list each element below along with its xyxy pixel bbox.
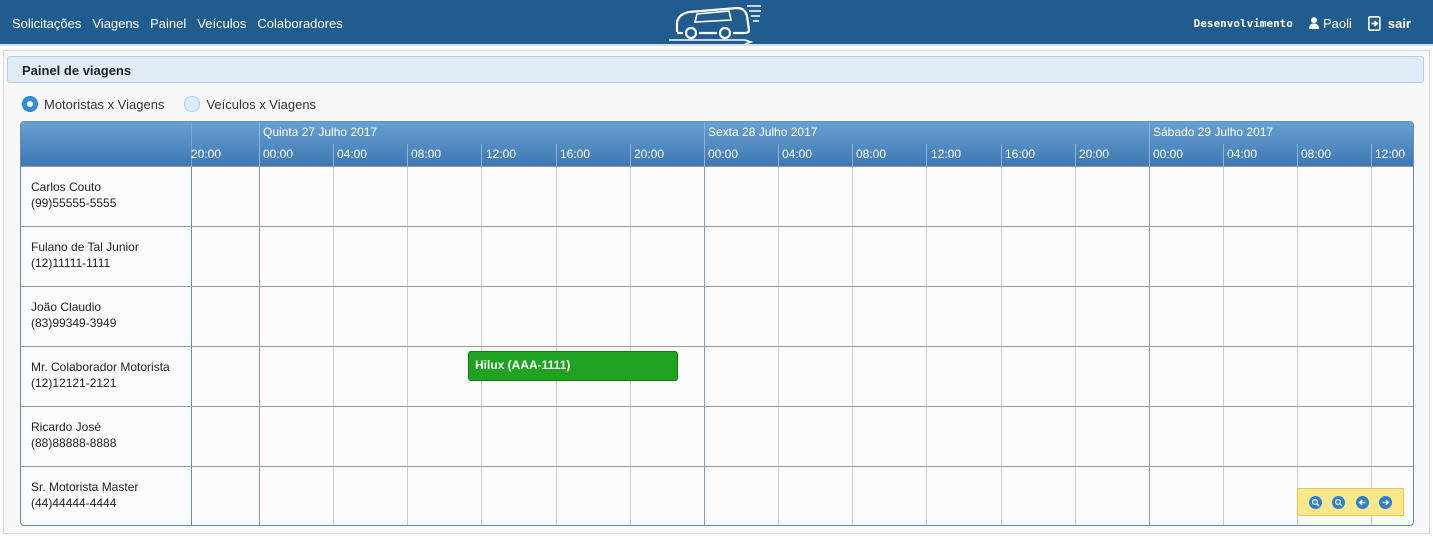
nav-link-solicitacoes[interactable]: Solicitações bbox=[12, 16, 81, 31]
hour-label: 08:00 bbox=[856, 147, 887, 161]
hour-label: 20:00 bbox=[1079, 147, 1110, 161]
timeline-controls bbox=[1297, 488, 1404, 516]
hour-tick bbox=[556, 144, 557, 166]
radio-selected-icon[interactable] bbox=[22, 96, 38, 112]
hour-label: 20:00 bbox=[634, 147, 665, 161]
trip-timeline: Quinta 27 Julho 2017 Sexta 28 Julho 2017… bbox=[20, 121, 1414, 526]
driver-name: Ricardo José bbox=[31, 420, 102, 434]
hour-label: 00:00 bbox=[263, 147, 294, 161]
driver-name: Fulano de Tal Junior bbox=[31, 240, 139, 254]
hour-label: 04:00 bbox=[782, 147, 813, 161]
panel-header: Painel de viagens bbox=[7, 56, 1424, 83]
logout-button[interactable]: sair bbox=[1367, 15, 1411, 31]
user-area: Desenvolvimento Paoli sair bbox=[1194, 0, 1411, 46]
driver-phone: (83)99349-3949 bbox=[31, 316, 117, 330]
day-separator bbox=[704, 122, 705, 166]
driver-label: Carlos Couto (99)55555-5555 bbox=[31, 179, 116, 211]
driver-label: Fulano de Tal Junior (12)11111-1111 bbox=[31, 239, 139, 271]
hour-tick bbox=[1223, 144, 1224, 166]
hour-tick bbox=[630, 144, 631, 166]
driver-name: Sr. Motorista Master bbox=[31, 480, 139, 494]
trip-event[interactable]: Hilux (AAA-1111) bbox=[468, 351, 678, 381]
driver-row[interactable]: Ricardo José (88)88888-8888 bbox=[21, 406, 1413, 466]
driver-phone: (99)55555-5555 bbox=[31, 196, 117, 210]
hour-tick bbox=[926, 144, 927, 166]
page-title: Painel de viagens bbox=[22, 63, 132, 78]
user-name: Paoli bbox=[1322, 15, 1352, 31]
hour-label: 12:00 bbox=[486, 147, 517, 161]
day-label: Quinta 27 Julho 2017 bbox=[263, 125, 378, 139]
driver-phone: (12)11111-1111 bbox=[31, 256, 111, 270]
top-navbar: Solicitações Viagens Painel Veículos Col… bbox=[0, 0, 1433, 46]
zoom-out-icon[interactable] bbox=[1332, 495, 1346, 509]
radio-veiculos-viagens[interactable]: Veículos x Viagens bbox=[184, 96, 316, 112]
arrow-right-icon[interactable] bbox=[1378, 495, 1392, 509]
zoom-in-icon[interactable] bbox=[1309, 495, 1323, 509]
driver-name: Mr. Colaborador Motorista bbox=[31, 360, 170, 374]
radio-label: Motoristas x Viagens bbox=[44, 96, 165, 112]
driver-label: Sr. Motorista Master (44)44444-4444 bbox=[31, 479, 138, 511]
driver-row[interactable]: Sr. Motorista Master (44)44444-4444 bbox=[21, 466, 1413, 525]
hour-tick bbox=[1075, 144, 1076, 166]
radio-motoristas-viagens[interactable]: Motoristas x Viagens bbox=[22, 96, 164, 112]
page-container: Painel de viagens Motoristas x Viagens V… bbox=[3, 50, 1430, 534]
hour-label: 00:00 bbox=[1153, 147, 1184, 161]
nav-link-painel[interactable]: Painel bbox=[150, 16, 186, 31]
hour-label: 04:00 bbox=[1227, 147, 1258, 161]
hour-label: 04:00 bbox=[337, 147, 368, 161]
driver-row[interactable]: Mr. Colaborador Motorista (12)12121-2121 bbox=[21, 346, 1413, 406]
driver-name: Carlos Couto bbox=[31, 180, 102, 194]
main-menu: Solicitações Viagens Painel Veículos Col… bbox=[12, 0, 354, 46]
radio-unselected-icon[interactable] bbox=[184, 96, 201, 112]
hour-label: 12:00 bbox=[1375, 147, 1406, 161]
hour-tick bbox=[333, 144, 334, 166]
hour-label: 08:00 bbox=[411, 147, 442, 161]
hour-label: 08:00 bbox=[1301, 147, 1332, 161]
user-menu[interactable]: Paoli bbox=[1308, 15, 1352, 31]
driver-name: João Claudio bbox=[31, 300, 102, 314]
view-toggle: Motoristas x Viagens Veículos x Viagens bbox=[22, 96, 336, 112]
nav-link-viagens[interactable]: Viagens bbox=[92, 16, 139, 31]
user-icon bbox=[1308, 17, 1319, 29]
hour-tick bbox=[1001, 144, 1002, 166]
day-label: Sábado 29 Julho 2017 bbox=[1153, 125, 1274, 139]
environment-label: Desenvolvimento bbox=[1193, 16, 1293, 30]
nav-link-colaboradores[interactable]: Colaboradores bbox=[257, 16, 342, 31]
driver-phone: (88)88888-8888 bbox=[31, 436, 117, 450]
driver-row[interactable]: Carlos Couto (99)55555-5555 bbox=[21, 166, 1413, 226]
logout-label: sair bbox=[1387, 15, 1411, 31]
logout-icon bbox=[1367, 15, 1381, 31]
hour-tick bbox=[481, 144, 482, 166]
hour-tick bbox=[778, 144, 779, 166]
driver-row[interactable]: Fulano de Tal Junior (12)11111-1111 bbox=[21, 226, 1413, 286]
driver-label: Ricardo José (88)88888-8888 bbox=[31, 419, 116, 451]
driver-phone: (44)44444-4444 bbox=[31, 496, 117, 510]
nav-link-veiculos[interactable]: Veículos bbox=[197, 16, 246, 31]
hour-label: 16:00 bbox=[1005, 147, 1036, 161]
hour-label: 16:00 bbox=[560, 147, 591, 161]
timeline-header: Quinta 27 Julho 2017 Sexta 28 Julho 2017… bbox=[21, 122, 1413, 166]
hour-tick bbox=[1297, 144, 1298, 166]
hour-tick bbox=[407, 144, 408, 166]
hour-tick bbox=[852, 144, 853, 166]
driver-label: Mr. Colaborador Motorista (12)12121-2121 bbox=[31, 359, 170, 391]
driver-row[interactable]: João Claudio (83)99349-3949 bbox=[21, 286, 1413, 346]
day-separator bbox=[1149, 122, 1150, 166]
timeline-corner bbox=[21, 122, 192, 166]
arrow-left-icon[interactable] bbox=[1355, 495, 1369, 509]
hour-label: 00:00 bbox=[708, 147, 739, 161]
driver-label: João Claudio (83)99349-3949 bbox=[31, 299, 116, 331]
van-logo-icon[interactable] bbox=[667, 2, 762, 44]
hour-tick bbox=[1371, 144, 1372, 166]
hour-label: 12:00 bbox=[931, 147, 962, 161]
driver-phone: (12)12121-2121 bbox=[31, 376, 117, 390]
hour-label: 20:00 bbox=[191, 147, 222, 161]
radio-label: Veículos x Viagens bbox=[206, 96, 317, 112]
day-label: Sexta 28 Julho 2017 bbox=[708, 125, 818, 139]
day-separator bbox=[259, 122, 260, 166]
